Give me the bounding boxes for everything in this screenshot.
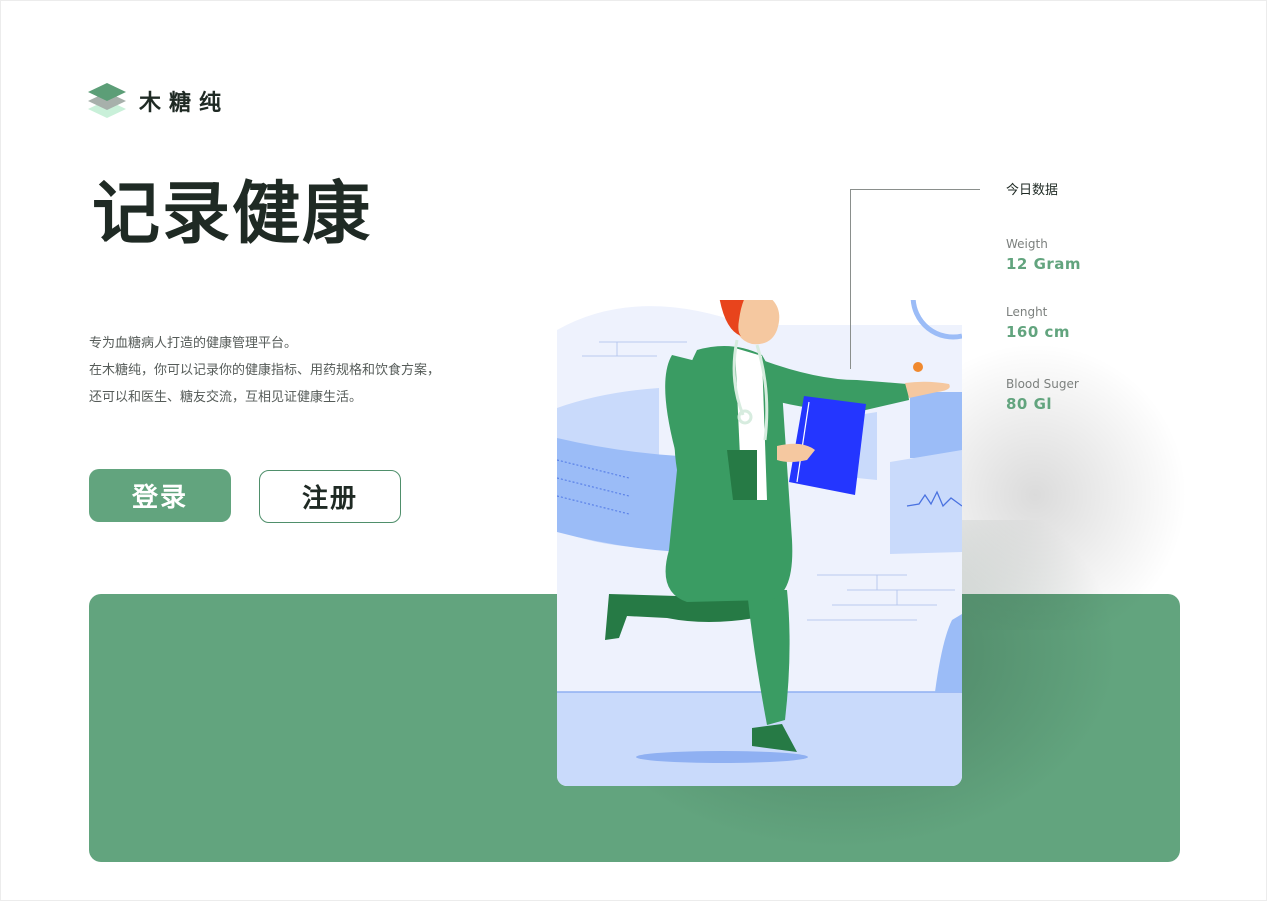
brand-name: 木糖纯: [139, 91, 230, 116]
description-line: 专为血糖病人打造的健康管理平台。: [89, 336, 298, 351]
register-button[interactable]: 注册: [259, 470, 401, 523]
stat-weight: Weigth 12 Gram: [1006, 237, 1081, 273]
stat-length: Lenght 160 cm: [1006, 305, 1070, 341]
brand-logo[interactable]: 木糖纯: [87, 80, 229, 122]
stat-blood-sugar: Blood Suger 80 Gl: [1006, 377, 1079, 413]
stat-value: 160 cm: [1006, 323, 1071, 341]
login-button[interactable]: 登录: [89, 469, 231, 522]
description-line: 还可以和医生、糖友交流，互相见证健康生活。: [89, 390, 363, 405]
stat-label: Lenght: [1006, 305, 1048, 319]
doctor-illustration-card: [557, 300, 962, 786]
stat-value: 12 Gram: [1006, 255, 1082, 273]
connector-line: [850, 189, 851, 369]
description-line: 在木糖纯，你可以记录你的健康指标、用药规格和饮食方案，: [89, 363, 441, 378]
connector-line: [850, 189, 980, 190]
description: 专为血糖病人打造的健康管理平台。 在木糖纯，你可以记录你的健康指标、用药规格和饮…: [89, 330, 440, 411]
stacked-layers-icon: [88, 83, 126, 118]
stat-label: Blood Suger: [1006, 377, 1079, 391]
stat-label: Weigth: [1006, 237, 1048, 251]
hero-title: 记录健康: [92, 175, 373, 254]
doctor-illustration: [557, 300, 962, 786]
today-data-title: 今日数据: [1006, 183, 1059, 198]
stat-value: 80 Gl: [1006, 395, 1053, 413]
